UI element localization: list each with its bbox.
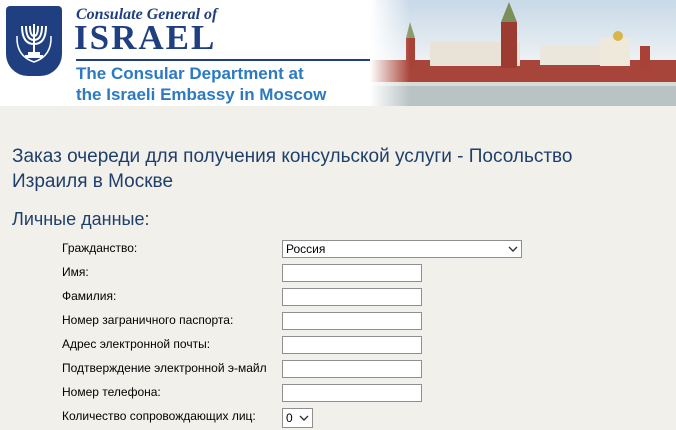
citizenship-label: Гражданство: (62, 241, 138, 255)
header-divider (76, 59, 376, 61)
phone-input[interactable] (282, 384, 422, 402)
email-label: Адрес электронной почты: (62, 337, 211, 351)
passport-input[interactable] (282, 312, 422, 330)
last-name-label: Фамилия: (62, 289, 117, 303)
email-confirm-row: Подтверждение электронной э-майл (62, 360, 532, 380)
israel-wordmark: ISRAEL (74, 18, 217, 57)
companions-row: Количество сопровождающих лиц: 0 (62, 408, 532, 428)
companions-label: Количество сопровождающих лиц: (62, 409, 256, 423)
citizenship-row: Гражданство: Россия (62, 240, 532, 260)
companions-select[interactable]: 0 (282, 408, 313, 428)
email-input[interactable] (282, 336, 422, 354)
citizenship-selected-value: Россия (286, 242, 326, 256)
phone-label: Номер телефона: (62, 385, 161, 399)
chevron-down-icon (508, 246, 518, 252)
department-line-1: The Consular Department at (76, 64, 304, 83)
phone-row: Номер телефона: (62, 384, 532, 404)
first-name-row: Имя: (62, 264, 532, 284)
last-name-input[interactable] (282, 288, 422, 306)
email-row: Адрес электронной почты: (62, 336, 532, 356)
passport-row: Номер заграничного паспорта: (62, 312, 532, 332)
menorah-emblem-icon (6, 6, 62, 76)
passport-label: Номер заграничного паспорта: (62, 313, 234, 327)
email-confirm-input[interactable] (282, 360, 422, 378)
first-name-input[interactable] (282, 264, 422, 282)
email-confirm-label: Подтверждение электронной э-майл (62, 361, 267, 375)
citizenship-select[interactable]: Россия (282, 240, 522, 258)
chevron-down-icon (299, 415, 309, 421)
site-header: Consulate General of ISRAEL The Consular… (0, 0, 676, 106)
page-heading: Заказ очереди для получения консульской … (12, 146, 573, 192)
first-name-label: Имя: (62, 265, 89, 279)
companions-selected-value: 0 (286, 411, 293, 425)
kremlin-photo (370, 0, 676, 106)
department-line-2: the Israeli Embassy in Moscow (76, 85, 327, 104)
section-heading: Личные данные: (12, 209, 150, 229)
last-name-row: Фамилия: (62, 288, 532, 308)
